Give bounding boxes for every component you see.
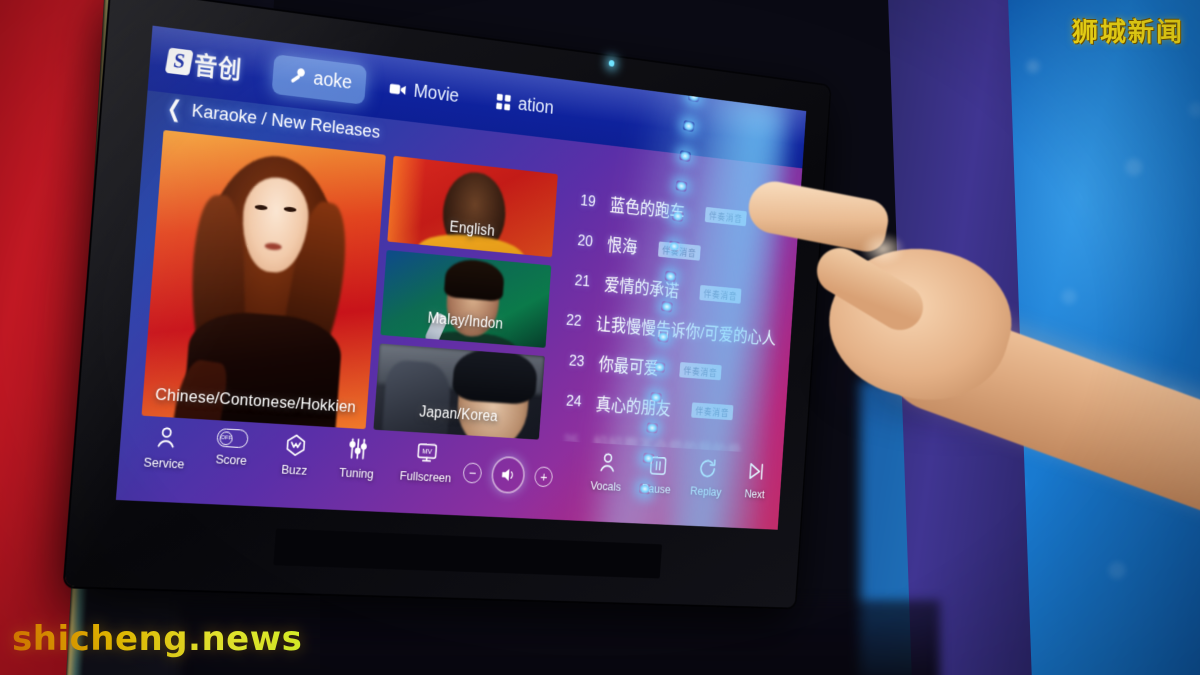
user-hand: [720, 170, 1200, 590]
toggle-state-label: OFF: [219, 430, 234, 446]
tab-karaoke[interactable]: aoke: [271, 53, 368, 105]
tab-movie-label: Movie: [412, 80, 460, 107]
toolbar-tuning-label: Tuning: [338, 464, 375, 482]
song-tag: 伴奏消音: [657, 240, 701, 261]
plus-circle-icon[interactable]: +: [534, 466, 554, 488]
screen-surface: S 音创 aoke Movie ation ❮ Karaoke / New Re…: [115, 25, 807, 530]
song-number: 22: [565, 311, 583, 330]
toolbar-buzz-button[interactable]: Buzz: [276, 432, 315, 478]
category-tile-chinese[interactable]: Chinese/Contonese/Hokkien: [141, 129, 386, 430]
toolbar-score-label: Score: [215, 451, 248, 468]
song-number: 21: [574, 271, 591, 291]
speaker-glyph: [501, 468, 519, 485]
toolbar-pause-label: Pause: [641, 481, 672, 497]
song-number: 24: [565, 391, 583, 411]
tab-karaoke-label: aoke: [312, 67, 353, 94]
watermark-top-right: 狮城新闻: [1071, 18, 1184, 48]
tab-movie[interactable]: Movie: [373, 67, 474, 118]
knuckle-highlight: [860, 232, 906, 266]
toolbar-replay-label: Replay: [689, 483, 722, 499]
karaoke-touchscreen: S 音创 aoke Movie ation ❮ Karaoke / New Re…: [64, 0, 831, 608]
toolbar-score-toggle[interactable]: OFF Score: [212, 428, 252, 468]
tab-application[interactable]: ation: [479, 80, 568, 128]
song-tag: 伴奏消音: [679, 361, 722, 380]
person-vocals-icon: [596, 451, 618, 476]
replay-icon: [697, 456, 719, 480]
app-logo[interactable]: S 音创: [164, 42, 244, 86]
category-artwork-japan-korea: [380, 359, 453, 440]
toolbar-tuning-button[interactable]: Tuning: [338, 435, 376, 481]
song-title: 你最可爱: [597, 355, 660, 379]
category-tile-english[interactable]: English: [387, 155, 558, 257]
toolbar-service-button[interactable]: Service: [143, 424, 187, 472]
content-area: Chinese/Contonese/Hokkien English Malay/…: [141, 129, 792, 454]
tab-application-label: ation: [517, 93, 555, 118]
logo-brand-text: 音创: [192, 51, 244, 85]
grid-apps-icon: [495, 93, 511, 111]
minus-circle-icon[interactable]: −: [462, 462, 483, 484]
category-tile-japan-korea[interactable]: Japan/Korea: [373, 343, 545, 440]
toolbar-buzz-label: Buzz: [280, 461, 308, 478]
toolbar-vocals-label: Vocals: [589, 478, 622, 494]
chevron-left-icon[interactable]: ❮: [166, 95, 182, 122]
speaker-icon[interactable]: [490, 455, 527, 495]
song-title: 蓝色的跑车: [609, 196, 686, 223]
svg-text:MV: MV: [422, 447, 432, 456]
watermark-bottom-left: shicheng.news: [12, 619, 303, 659]
microphone-icon: [290, 67, 306, 84]
screenshot-root: S 音创 aoke Movie ation ❮ Karaoke / New Re…: [0, 0, 1200, 675]
volume-control-group: − +: [462, 443, 555, 496]
video-camera-icon: [389, 83, 407, 95]
logo-mark-icon: S: [164, 47, 194, 76]
pause-icon: [647, 453, 669, 477]
toolbar-vocals-button[interactable]: Vocals: [589, 450, 624, 494]
toggle-off-icon[interactable]: OFF: [216, 428, 250, 449]
song-number: 20: [577, 231, 594, 251]
toolbar-fullscreen-button[interactable]: MV Fullscreen: [399, 439, 453, 485]
mv-screen-icon: MV: [415, 440, 439, 466]
song-title: 爱情的承诺: [603, 275, 680, 302]
song-title: 恨海: [606, 235, 638, 258]
category-tile-column: English Malay/Indon Japan/Korea: [373, 155, 558, 440]
toolbar-pause-button[interactable]: Pause: [640, 453, 674, 496]
category-tile-malay-indon[interactable]: Malay/Indon: [380, 249, 552, 349]
user-service-icon: [153, 424, 179, 451]
toolbar-fullscreen-label: Fullscreen: [399, 468, 452, 485]
song-number: 23: [568, 351, 585, 371]
toolbar-service-label: Service: [143, 454, 186, 472]
song-number: 19: [579, 191, 597, 211]
toolbar-left-group: Service OFF Score Buzz Tuning MV Fullscr…: [143, 424, 454, 485]
category-artwork-chinese: [142, 130, 386, 430]
crown-icon: [284, 432, 309, 458]
toolbar-replay-button[interactable]: Replay: [690, 456, 724, 499]
song-title: 真心的朋友: [595, 395, 672, 420]
sliders-icon: [346, 436, 371, 462]
